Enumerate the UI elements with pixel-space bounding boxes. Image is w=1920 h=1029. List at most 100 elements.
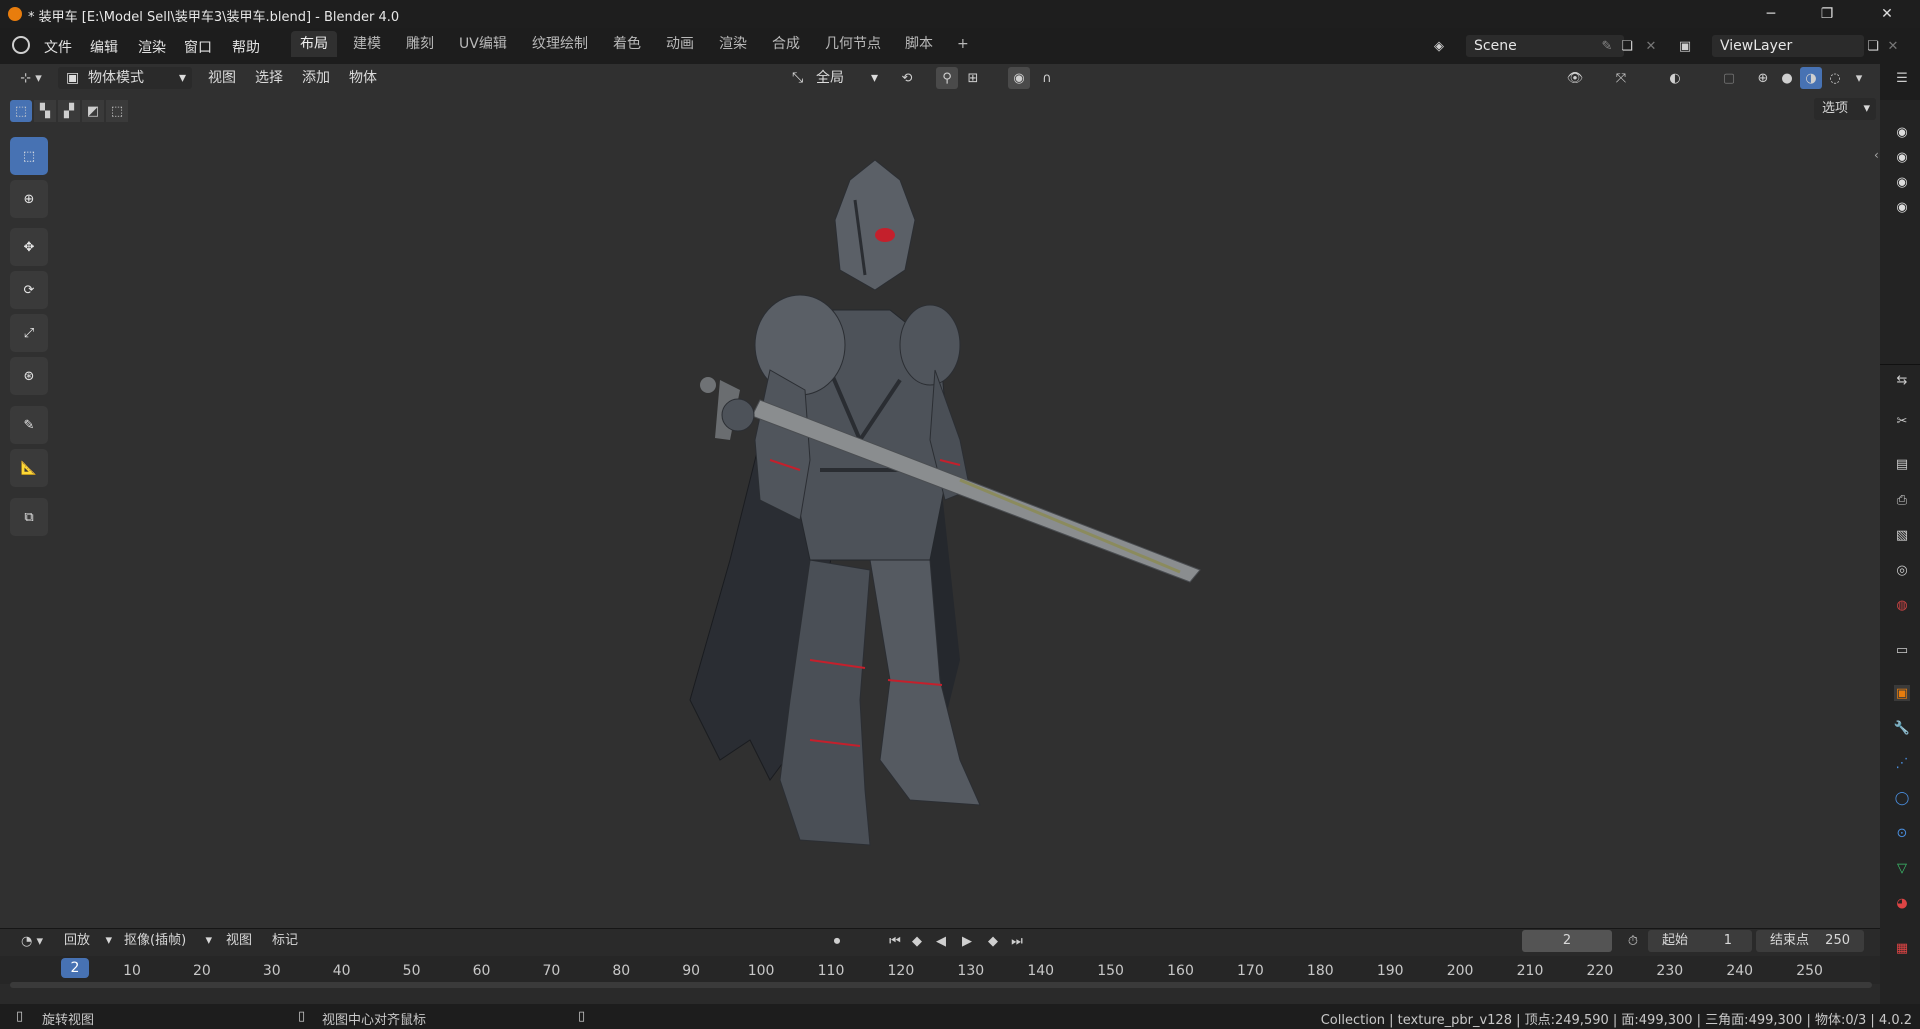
menu-window[interactable]: 窗口 (184, 37, 212, 57)
collapse-arrow-icon[interactable]: ‹ (1874, 148, 1879, 162)
annotate-tool[interactable]: ✎ (10, 406, 48, 444)
solid-shading-icon[interactable]: ● (1776, 67, 1798, 89)
wireframe-shading-icon[interactable]: ⊕ (1752, 67, 1774, 89)
scene-browse-icon[interactable]: ◈ (1428, 35, 1450, 57)
camera-icon[interactable]: ◉ (1894, 149, 1910, 165)
play-icon[interactable]: ▶ (956, 930, 978, 952)
modifier-properties-icon[interactable]: 🔧 (1894, 720, 1910, 736)
minimize-button[interactable]: ─ (1748, 0, 1794, 28)
editor-type-icon[interactable]: ⊹ ▾ (12, 67, 50, 89)
timeline-editor-type-icon[interactable]: ◔ ▾ (14, 930, 50, 952)
viewport-render[interactable] (660, 140, 1220, 860)
tab-rendering[interactable]: 渲染 (710, 31, 756, 57)
constraints-icon[interactable]: ⊙ (1894, 825, 1910, 841)
options-dropdown[interactable]: 选项 ▾ (1814, 98, 1876, 120)
transform-tool[interactable]: ⊛ (10, 357, 48, 395)
tab-animation[interactable]: 动画 (657, 31, 703, 57)
menu-select[interactable]: 选择 (255, 67, 283, 89)
select-box-tool[interactable]: ⬚ (10, 137, 48, 175)
pin-icon[interactable]: ✎ (1596, 35, 1618, 57)
menu-edit[interactable]: 编辑 (90, 37, 118, 57)
end-frame-field[interactable]: 结束点 250 (1756, 930, 1864, 952)
particles-icon[interactable]: ⋰ (1894, 755, 1910, 771)
snap-icon[interactable]: ⚲ (936, 67, 958, 89)
rotate-tool[interactable]: ⟳ (10, 271, 48, 309)
preview-range-icon[interactable]: ⏱ (1622, 930, 1644, 952)
timeline-view-menu[interactable]: 视图 (226, 930, 252, 952)
blender-menu-icon[interactable] (12, 36, 30, 54)
prev-keyframe-icon[interactable]: ◆ (906, 930, 928, 952)
world-properties-icon[interactable]: ◍ (1894, 597, 1910, 613)
select-subtract-icon[interactable]: ▞ (58, 100, 80, 122)
select-new-icon[interactable]: ⬚ (10, 100, 32, 122)
play-reverse-icon[interactable]: ◀ (930, 930, 952, 952)
record-icon[interactable]: ⏺ (826, 930, 848, 952)
collection-properties-icon[interactable]: ▭ (1894, 642, 1910, 658)
tab-texture-paint[interactable]: 纹理绘制 (523, 31, 597, 57)
pivot-icon[interactable]: ⟲ (896, 67, 918, 89)
menu-view[interactable]: 视图 (208, 67, 236, 89)
jump-end-icon[interactable]: ⏭ (1006, 930, 1028, 952)
start-frame-field[interactable]: 起始 1 (1648, 930, 1752, 952)
tab-compositing[interactable]: 合成 (763, 31, 809, 57)
tab-uv-editing[interactable]: UV编辑 (450, 31, 516, 57)
xray-icon[interactable]: ▢ (1718, 67, 1740, 89)
camera-icon[interactable]: ◉ (1894, 124, 1910, 140)
falloff-icon[interactable]: ∩ (1036, 67, 1058, 89)
output-properties-icon[interactable]: ⎙ (1894, 492, 1910, 508)
select-intersect-icon[interactable]: ⬚ (106, 100, 128, 122)
tab-scripting[interactable]: 脚本 (896, 31, 942, 57)
properties-toggle-icon[interactable]: ⇆ (1894, 372, 1910, 388)
viewlayer-field[interactable]: ViewLayer (1712, 35, 1864, 57)
playback-dropdown[interactable]: 回放 ▾ (58, 930, 114, 952)
physics-icon[interactable]: ◯ (1894, 790, 1910, 806)
gizmo-icon[interactable]: ⤧ (1610, 67, 1632, 89)
tab-layout[interactable]: 布局 (291, 31, 337, 57)
playhead[interactable]: 2 (61, 958, 89, 978)
timeline-scrollbar[interactable] (10, 982, 1872, 988)
cursor-tool[interactable]: ⊕ (10, 180, 48, 218)
move-tool[interactable]: ✥ (10, 228, 48, 266)
add-workspace-button[interactable]: + (948, 31, 978, 57)
transform-orientation-dropdown[interactable]: ⤡ 全局 ▾ (786, 67, 884, 89)
scene-properties-icon[interactable]: ◎ (1894, 562, 1910, 578)
new-scene-icon[interactable]: ❏ (1616, 35, 1638, 57)
menu-file[interactable]: 文件 (44, 37, 72, 57)
viewlayer-browse-icon[interactable]: ▣ (1674, 35, 1696, 57)
overlay-icon[interactable]: ◐ (1664, 67, 1686, 89)
select-extend-icon[interactable]: ▚ (34, 100, 56, 122)
keying-dropdown[interactable]: 抠像(插帧) ▾ (118, 930, 214, 952)
add-cube-tool[interactable]: ⧉ (10, 498, 48, 536)
tab-modeling[interactable]: 建模 (344, 31, 390, 57)
rendered-shading-icon[interactable]: ◌ (1824, 67, 1846, 89)
tab-geometry-nodes[interactable]: 几何节点 (816, 31, 890, 57)
camera-icon[interactable]: ◉ (1894, 199, 1910, 215)
view-layer-icon[interactable]: ▧ (1894, 527, 1910, 543)
visibility-icon[interactable]: 👁 (1564, 67, 1586, 89)
new-viewlayer-icon[interactable]: ❏ (1862, 35, 1884, 57)
scale-tool[interactable]: ⤢ (10, 314, 48, 352)
outliner-icon[interactable]: ☰ (1894, 70, 1910, 86)
render-properties-icon[interactable]: ▤ (1894, 456, 1910, 472)
measure-tool[interactable]: 📐 (10, 449, 48, 487)
menu-help[interactable]: 帮助 (232, 37, 260, 57)
tab-shading[interactable]: 着色 (604, 31, 650, 57)
jump-start-icon[interactable]: ⏮ (884, 930, 906, 952)
timeline-marker-menu[interactable]: 标记 (272, 930, 298, 952)
menu-render[interactable]: 渲染 (138, 37, 166, 57)
material-shading-icon[interactable]: ◑ (1800, 67, 1822, 89)
select-invert-icon[interactable]: ◩ (82, 100, 104, 122)
current-frame-field[interactable]: 2 (1522, 930, 1612, 952)
tab-sculpting[interactable]: 雕刻 (397, 31, 443, 57)
tool-settings-icon[interactable]: ✂ (1894, 413, 1910, 429)
delete-scene-icon[interactable]: ✕ (1640, 35, 1662, 57)
snap-target-icon[interactable]: ⊞ (962, 67, 984, 89)
menu-object[interactable]: 物体 (349, 67, 377, 89)
camera-icon[interactable]: ◉ (1894, 174, 1910, 190)
texture-properties-icon[interactable]: ▦ (1894, 940, 1910, 956)
maximize-button[interactable]: ❐ (1804, 0, 1850, 28)
data-properties-icon[interactable]: ▽ (1894, 860, 1910, 876)
menu-add[interactable]: 添加 (302, 67, 330, 89)
shading-options-icon[interactable]: ▾ (1848, 67, 1870, 89)
mode-dropdown[interactable]: 物体模式 ▾ ▣ (58, 67, 192, 89)
